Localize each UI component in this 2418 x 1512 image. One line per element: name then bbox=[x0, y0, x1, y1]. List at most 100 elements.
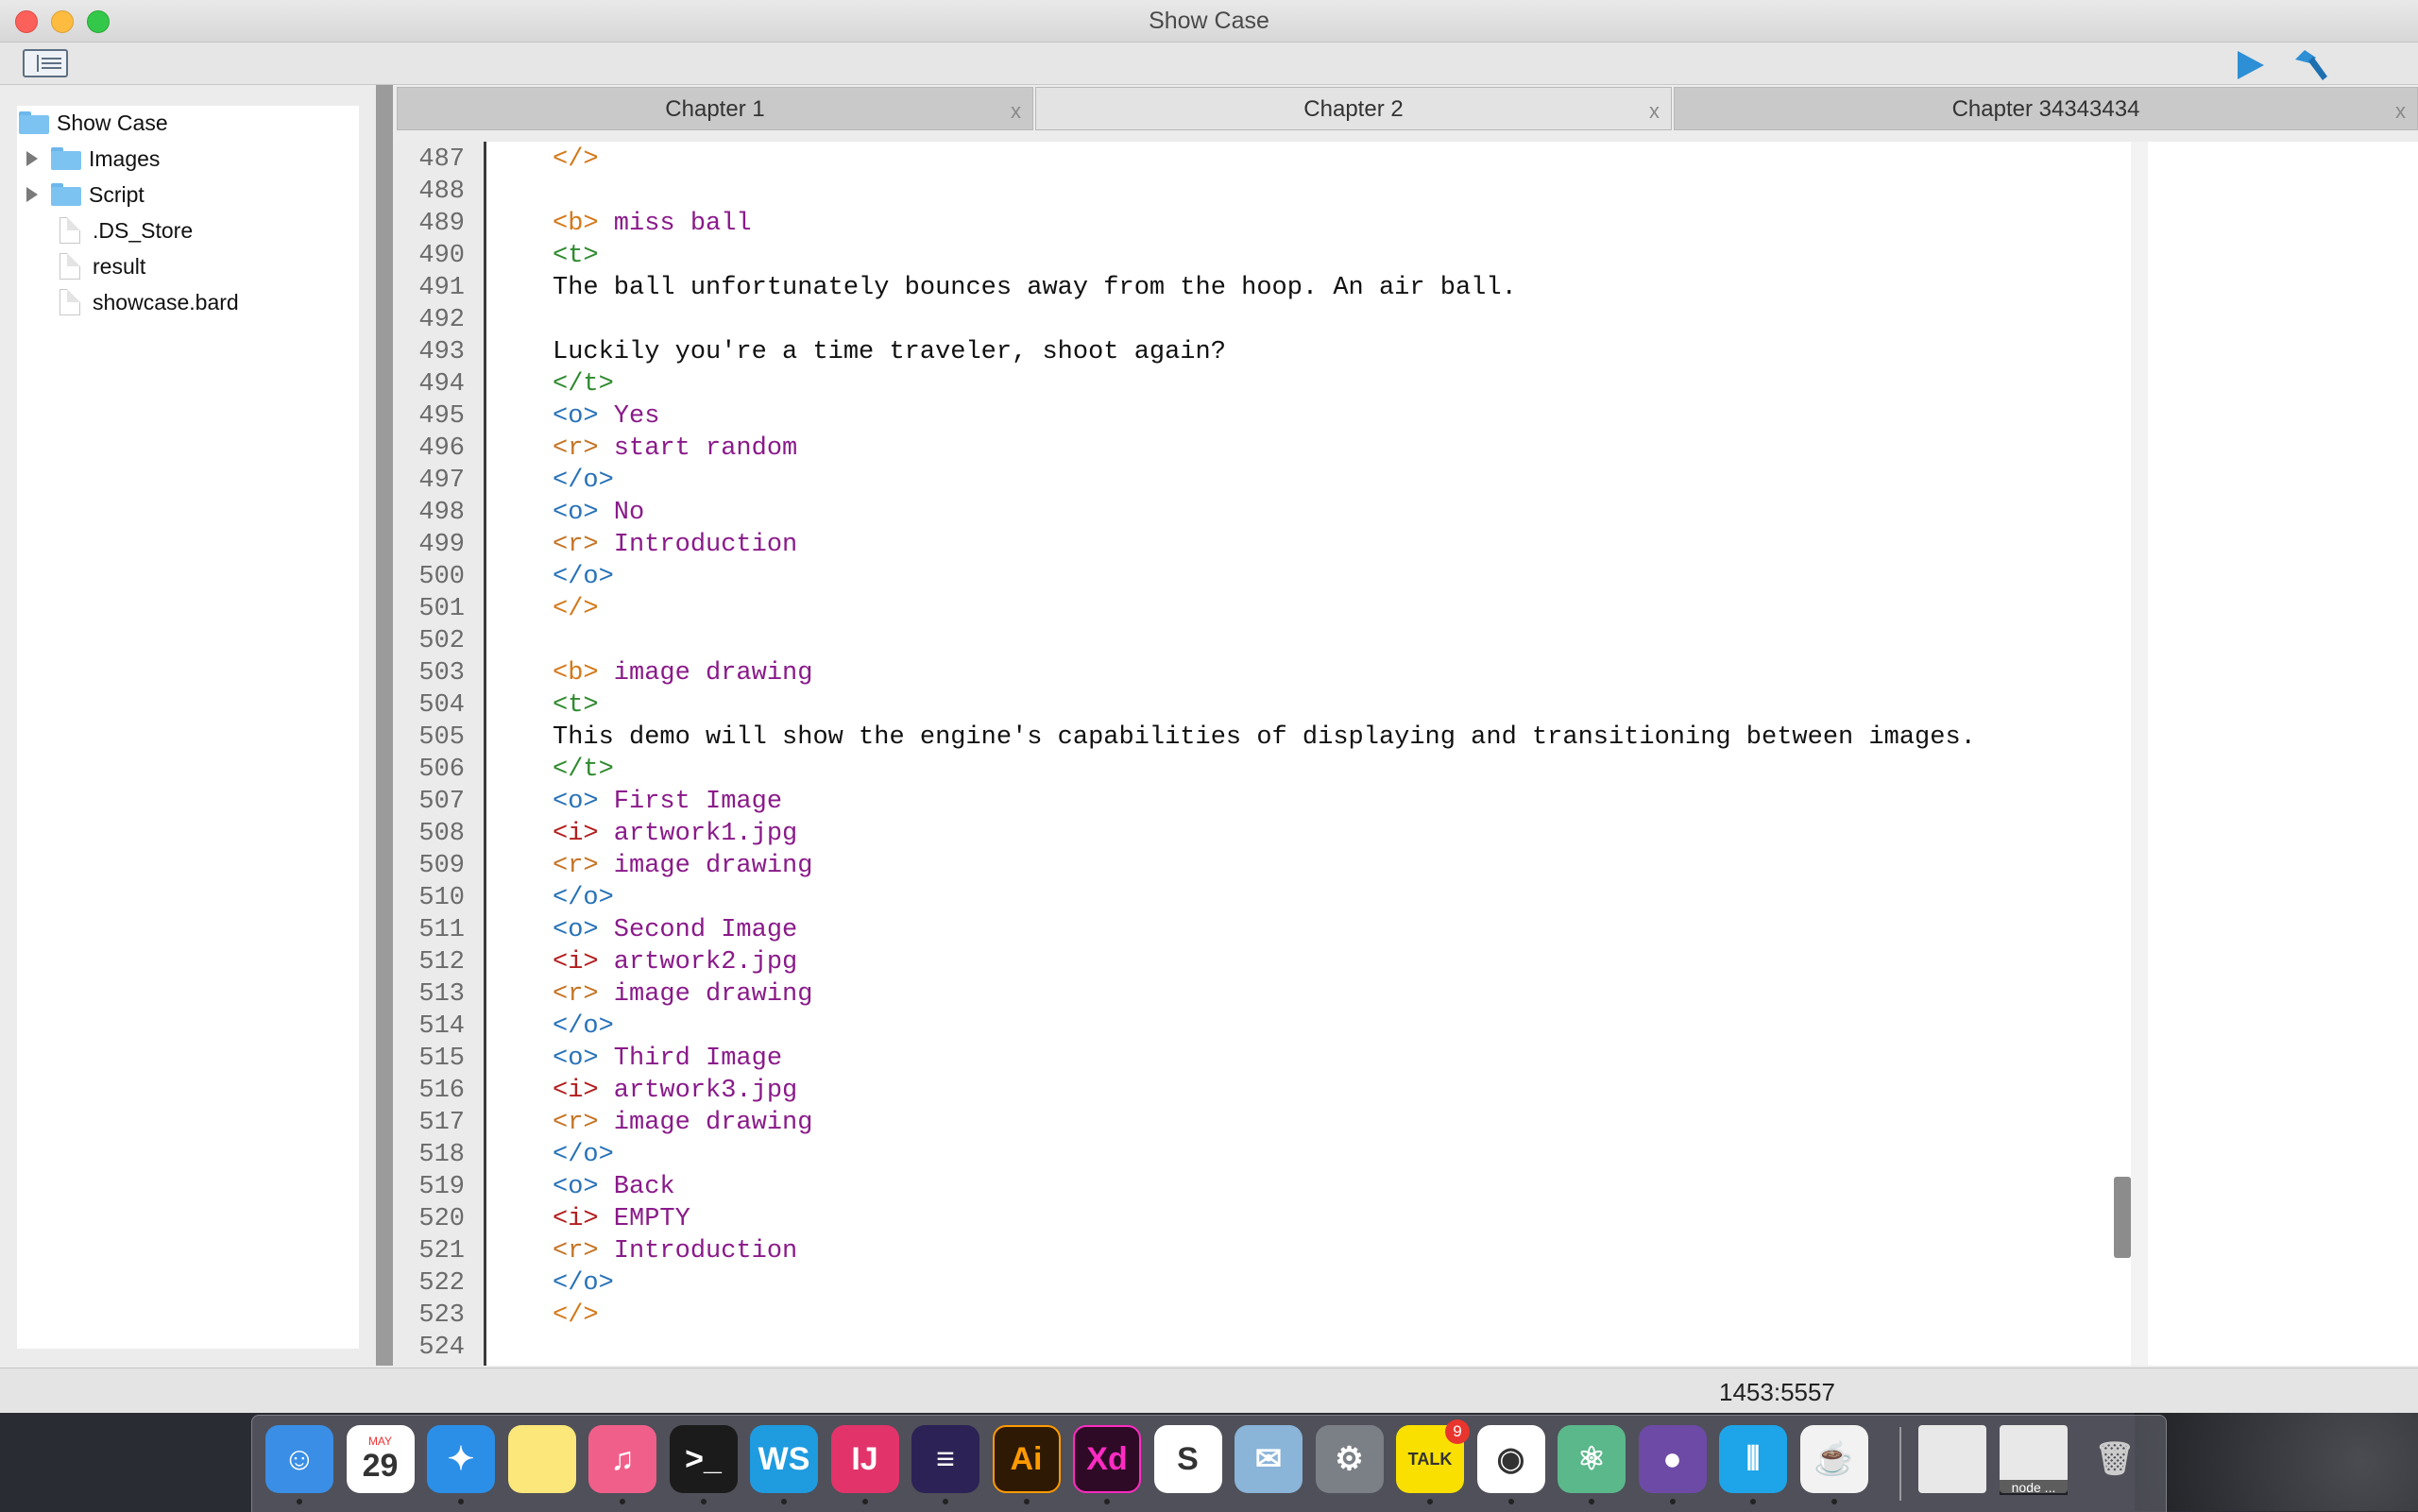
system-preferences-icon[interactable]: ⚙ bbox=[1315, 1425, 1384, 1493]
code-line[interactable]: 516 <i> artwork3.jpg bbox=[397, 1075, 2112, 1107]
node-window-icon[interactable]: node ... bbox=[2000, 1425, 2068, 1495]
code-line[interactable]: 515 <o> Third Image bbox=[397, 1043, 2112, 1075]
tree-item-ds-store[interactable]: .DS_Store bbox=[55, 213, 193, 247]
sidebar-toggle-button[interactable] bbox=[23, 49, 68, 77]
code-line[interactable]: 510 </o> bbox=[397, 882, 2112, 914]
sidebar-splitter[interactable] bbox=[376, 85, 393, 1366]
code-line[interactable]: 496 <r> start random bbox=[397, 433, 2112, 465]
tree-root[interactable]: Show Case bbox=[19, 106, 168, 140]
calendar-icon[interactable]: MAY 29 bbox=[346, 1425, 415, 1493]
adobe-xd-icon[interactable]: Xd bbox=[1073, 1425, 1141, 1493]
code-line[interactable]: 519 <o> Back bbox=[397, 1171, 2112, 1203]
title-bar[interactable]: Show Case bbox=[0, 0, 2418, 42]
code-line[interactable]: 503 <b> image drawing bbox=[397, 657, 2112, 689]
code-line[interactable]: 514 </o> bbox=[397, 1011, 2112, 1043]
java-icon[interactable]: ☕ bbox=[1799, 1425, 1868, 1493]
code-line[interactable]: 509 <r> image drawing bbox=[397, 850, 2112, 882]
folder-icon bbox=[19, 111, 49, 134]
intellij-icon[interactable]: IJ bbox=[830, 1425, 899, 1493]
dock-glyph: >_ bbox=[685, 1440, 722, 1477]
app-store-connect-icon[interactable]: ⫴ bbox=[1719, 1425, 1787, 1493]
markup-tag: <o> bbox=[553, 499, 599, 527]
code-line[interactable]: 504 <t> bbox=[397, 689, 2112, 722]
code-text: Third Image bbox=[598, 1045, 783, 1073]
tree-item-label: .DS_Store bbox=[93, 217, 194, 243]
code-line[interactable]: 497 </o> bbox=[397, 465, 2112, 497]
code-line[interactable]: 517 <r> image drawing bbox=[397, 1107, 2112, 1139]
code-line[interactable]: 491 The ball unfortunately bounces away f… bbox=[397, 272, 2112, 304]
code-text: image drawing bbox=[598, 980, 813, 1009]
code-line[interactable]: 494 </t> bbox=[397, 368, 2112, 400]
tab-chapter-1[interactable]: Chapter 1 x bbox=[397, 87, 1033, 130]
itunes-icon[interactable]: ♫ bbox=[588, 1425, 656, 1493]
code-line[interactable]: 502 bbox=[397, 625, 2112, 657]
code-area[interactable]: 487 </> 488 489 <b> miss ball 490 <t> 491 The ba… bbox=[397, 142, 2112, 1366]
tree-item-showcase-bard[interactable]: showcase.bard bbox=[55, 285, 239, 319]
preview-icon[interactable]: ✉ bbox=[1235, 1425, 1303, 1493]
github-desktop-icon[interactable]: ● bbox=[1638, 1425, 1707, 1493]
code-line[interactable]: 520 <i> EMPTY bbox=[397, 1203, 2112, 1235]
code-line[interactable]: 505 This demo will show the engine's capa… bbox=[397, 722, 2112, 754]
code-line[interactable]: 523 </> bbox=[397, 1300, 2112, 1332]
slack-icon[interactable]: S bbox=[1153, 1425, 1222, 1493]
right-margin-column bbox=[2131, 142, 2148, 1366]
safari-icon[interactable]: ✦ bbox=[427, 1425, 495, 1493]
code-line[interactable]: 511 <o> Second Image bbox=[397, 914, 2112, 946]
webstorm-icon[interactable]: WS bbox=[750, 1425, 818, 1493]
illustrator-icon[interactable]: Ai bbox=[992, 1425, 1061, 1493]
code-line[interactable]: 495 <o> Yes bbox=[397, 400, 2112, 433]
code-line[interactable]: 507 <o> First Image bbox=[397, 786, 2112, 818]
code-line[interactable]: 489 <b> miss ball bbox=[397, 208, 2112, 240]
close-tab-icon[interactable]: x bbox=[2395, 99, 2406, 124]
atom-icon[interactable]: ⚛ bbox=[1558, 1425, 1626, 1493]
tree-item-script[interactable]: Script bbox=[26, 178, 145, 212]
tab-chapter-34343434[interactable]: Chapter 34343434 x bbox=[1674, 87, 2418, 130]
line-number: 503 bbox=[418, 659, 465, 688]
run-button[interactable] bbox=[2233, 48, 2267, 82]
code-line[interactable]: 499 <r> Introduction bbox=[397, 529, 2112, 561]
running-indicator bbox=[1750, 1499, 1756, 1504]
code-line[interactable]: 490 <t> bbox=[397, 240, 2112, 272]
close-tab-icon[interactable]: x bbox=[1649, 99, 1660, 124]
code-content: <o> Second Image bbox=[553, 914, 797, 946]
code-line[interactable]: 512 <i> artwork2.jpg bbox=[397, 946, 2112, 978]
trash-icon[interactable]: 🗑 bbox=[2081, 1425, 2149, 1493]
chrome-icon[interactable]: ◉ bbox=[1476, 1425, 1545, 1493]
markup-tag: <t> bbox=[553, 242, 599, 270]
tree-item-images[interactable]: Images bbox=[26, 142, 160, 176]
eclipse-icon[interactable]: ≡ bbox=[911, 1425, 979, 1493]
markup-tag: <t> bbox=[553, 691, 599, 720]
code-line[interactable]: 513 <r> image drawing bbox=[397, 978, 2112, 1011]
code-line[interactable]: 501 </> bbox=[397, 593, 2112, 625]
code-content: </t> bbox=[553, 754, 614, 786]
disclosure-triangle-icon[interactable] bbox=[26, 187, 38, 202]
finder-icon[interactable]: ☺ bbox=[265, 1425, 333, 1493]
code-line[interactable]: 500 </o> bbox=[397, 561, 2112, 593]
close-tab-icon[interactable]: x bbox=[1011, 99, 1021, 124]
hammer-icon bbox=[2295, 50, 2327, 80]
code-line[interactable]: 522 </o> bbox=[397, 1267, 2112, 1300]
code-line[interactable]: 487 </> bbox=[397, 144, 2112, 176]
tab-chapter-2[interactable]: Chapter 2 x bbox=[1035, 87, 1672, 130]
vertical-scrollbar-thumb[interactable] bbox=[2114, 1177, 2131, 1258]
code-line[interactable]: 493 Luckily you're a time traveler, shoot… bbox=[397, 336, 2112, 368]
code-text: artwork1.jpg bbox=[598, 820, 798, 848]
code-editor[interactable]: 487 </> 488 489 <b> miss ball 490 <t> 491 The ba… bbox=[397, 142, 2418, 1366]
code-line[interactable]: 524 bbox=[397, 1332, 2112, 1364]
line-number: 506 bbox=[418, 756, 465, 784]
code-line[interactable]: 506 </t> bbox=[397, 754, 2112, 786]
code-line[interactable]: 518 </o> bbox=[397, 1139, 2112, 1171]
tree-item-result[interactable]: result bbox=[55, 249, 145, 283]
code-line[interactable]: 521 <r> Introduction bbox=[397, 1235, 2112, 1267]
kakaotalk-icon[interactable]: TALK 9 bbox=[1396, 1419, 1470, 1493]
code-line[interactable]: 498 <o> No bbox=[397, 497, 2112, 529]
photo-document-icon[interactable] bbox=[1918, 1425, 1986, 1493]
markup-tag: </t> bbox=[553, 756, 614, 784]
notes-icon[interactable] bbox=[507, 1425, 576, 1493]
code-line[interactable]: 508 <i> artwork1.jpg bbox=[397, 818, 2112, 850]
terminal-icon[interactable]: >_ bbox=[669, 1425, 738, 1493]
code-line[interactable]: 492 bbox=[397, 304, 2112, 336]
build-button[interactable] bbox=[2291, 48, 2329, 82]
code-line[interactable]: 488 bbox=[397, 176, 2112, 208]
disclosure-triangle-icon[interactable] bbox=[26, 151, 38, 166]
